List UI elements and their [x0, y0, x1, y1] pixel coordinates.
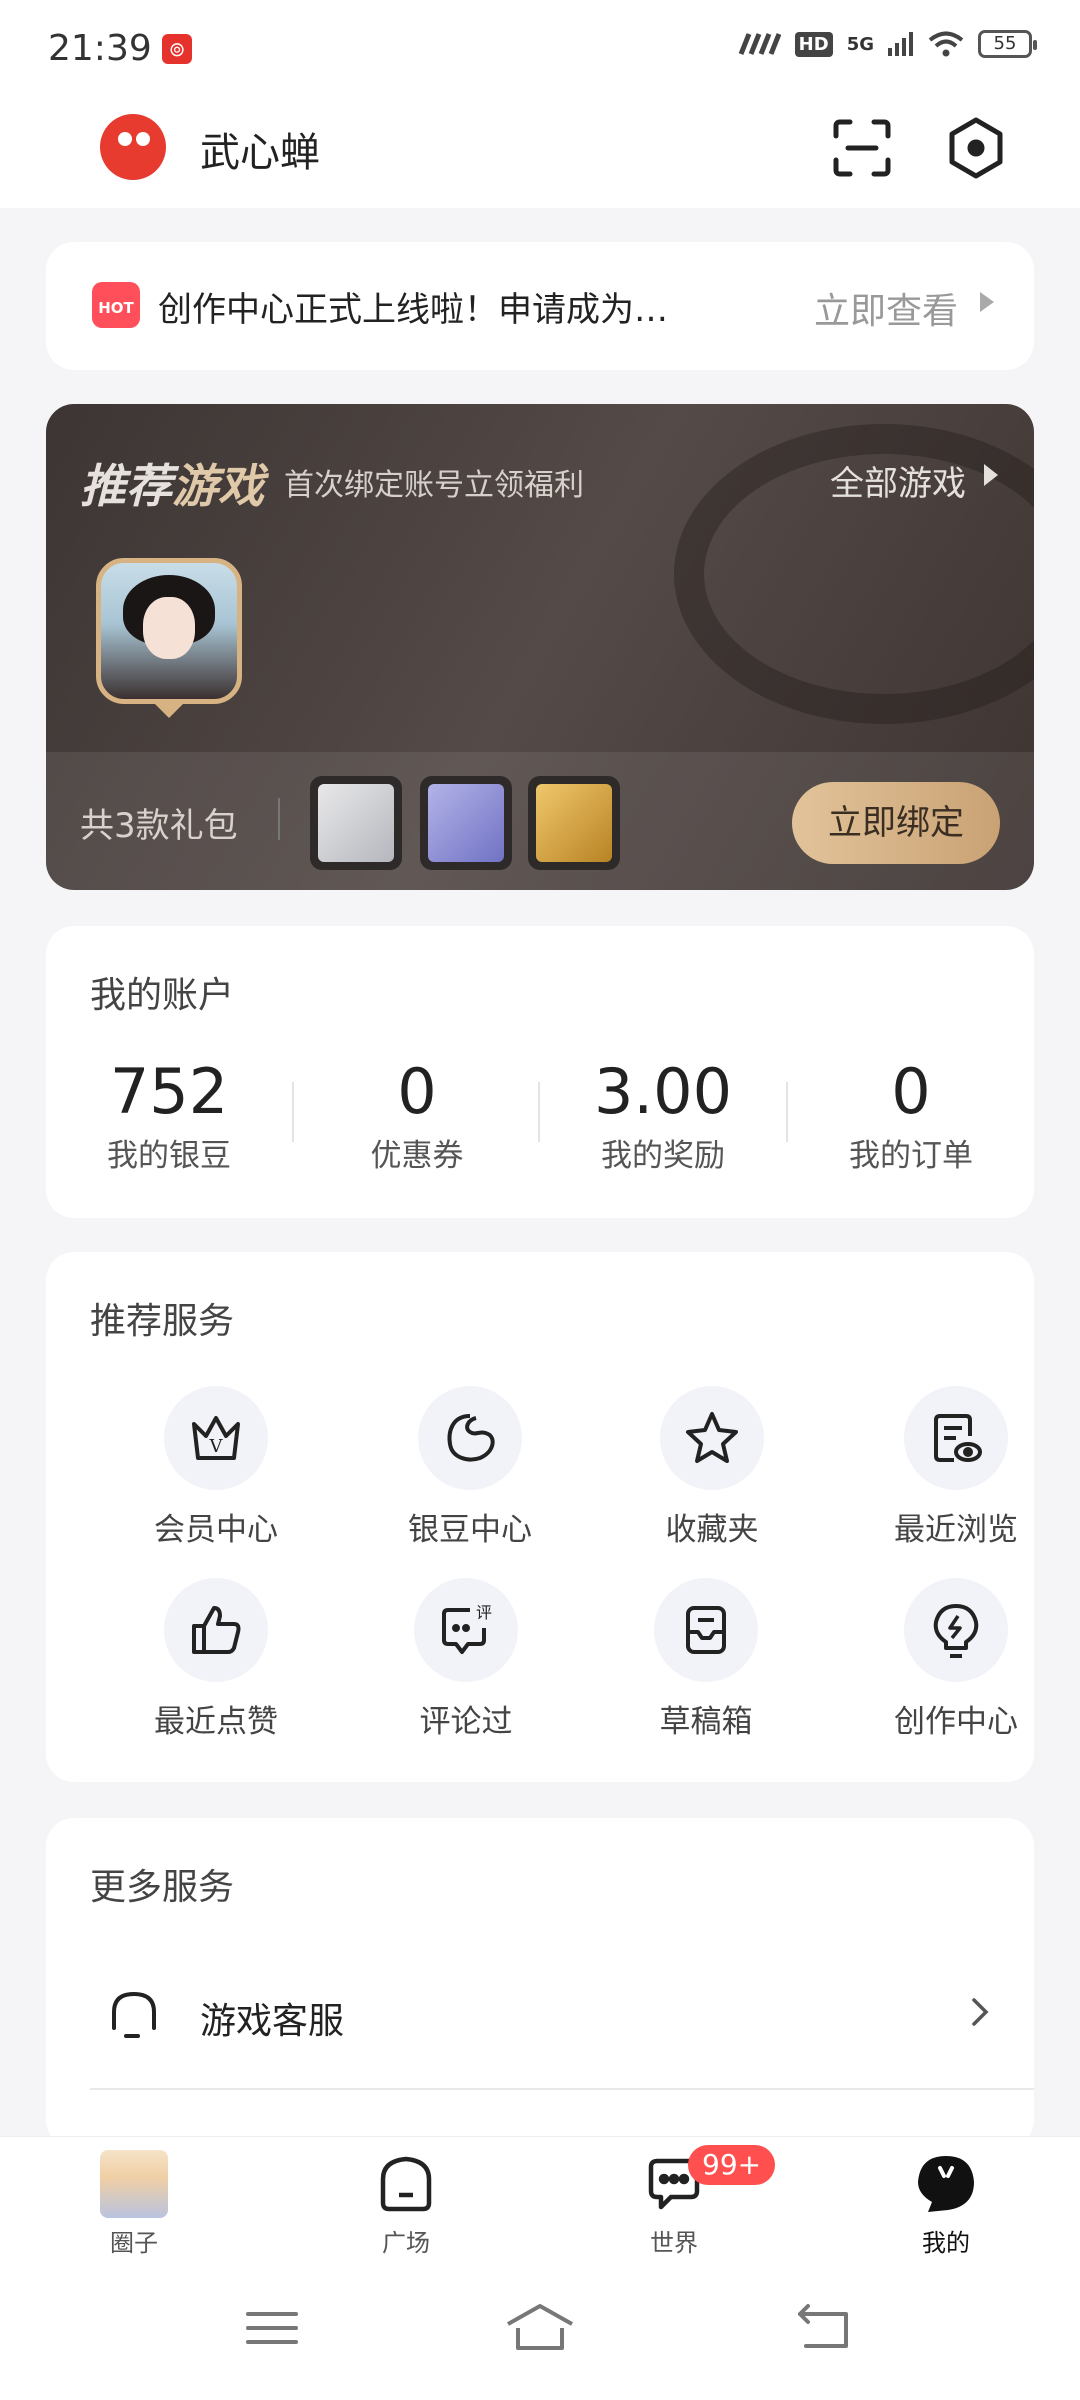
notice-text[interactable]: 创作中心正式上线啦！申请成为… [158, 282, 718, 331]
game-icon[interactable] [96, 558, 242, 704]
battery-indicator: 55 [978, 30, 1037, 58]
cell-signal-icon [888, 32, 913, 56]
status-time: 21:39 [48, 28, 152, 69]
gift-box-gold[interactable] [528, 776, 620, 870]
bottom-navigation: 圈子 广场 世界 99+ 我的 [0, 2136, 1080, 2260]
history-icon [934, 1414, 982, 1462]
system-navigation-bar [0, 2260, 1080, 2400]
settings-hexagon-icon [949, 117, 1003, 179]
service-drafts[interactable]: 草稿箱 [606, 1578, 806, 1741]
service-comments[interactable]: 评 评论过 [366, 1578, 566, 1741]
notice-view-link[interactable]: 立即查看 [814, 282, 958, 334]
bulb-icon [933, 1604, 979, 1658]
recommended-services-card: 推荐服务 V 会员中心 银豆中心 收藏夹 最近浏览 最近点赞 评 评论过 草稿箱… [46, 1252, 1034, 1782]
scan-button[interactable] [826, 112, 898, 184]
crown-icon: V [192, 1416, 240, 1460]
divider [90, 2088, 1034, 2090]
gift-count: 共3款礼包 [80, 806, 238, 846]
notice-banner[interactable]: HOT 创作中心正式上线啦！申请成为… 立即查看 [46, 242, 1034, 370]
comment-icon: 评 [442, 1603, 492, 1654]
stat-orders[interactable]: 0 我的订单 [788, 1057, 1034, 1175]
gift-pack-bar: 共3款礼包 立即绑定 [46, 752, 1034, 890]
gift-box-purple[interactable] [420, 776, 512, 870]
service-silver-beans[interactable]: 银豆中心 [370, 1386, 570, 1549]
chevron-right-icon [972, 1998, 989, 2026]
service-creator-center[interactable]: 创作中心 [856, 1578, 1056, 1741]
notification-badge: 99+ [688, 2145, 776, 2185]
more-services-card: 更多服务 游戏客服 [46, 1818, 1034, 2148]
divider [278, 798, 280, 840]
bean-icon [447, 1414, 495, 1462]
settings-button[interactable] [940, 112, 1012, 184]
triangle-right-icon [980, 292, 994, 312]
stat-silver-beans[interactable]: 752 我的银豆 [46, 1057, 292, 1175]
nav-mine[interactable]: 我的 [876, 2149, 1016, 2258]
service-favorites[interactable]: 收藏夹 [612, 1386, 812, 1549]
menu-lines-icon[interactable] [244, 2300, 300, 2356]
selection-pointer [155, 704, 183, 718]
stat-rewards[interactable]: 3.00 我的奖励 [540, 1057, 786, 1175]
service-likes[interactable]: 最近点赞 [116, 1578, 316, 1741]
mine-face-icon [918, 2156, 974, 2212]
scan-icon [833, 119, 891, 177]
svg-text:评: 评 [476, 1603, 492, 1622]
triangle-right-icon [984, 464, 998, 486]
nav-circle[interactable]: 圈子 [64, 2149, 204, 2258]
recommended-games-banner: 推荐游戏 首次绑定账号立领福利 全部游戏 共3款礼包 立即绑定 [46, 404, 1034, 890]
plaza-home-icon [380, 2156, 432, 2212]
profile-header: 武心蝉 [0, 96, 1080, 208]
wifi-icon [928, 31, 964, 57]
section-title: 更多服务 [90, 1867, 235, 1908]
signal-bars-icon [738, 33, 781, 55]
back-arrow-icon[interactable] [796, 2300, 852, 2356]
star-icon [686, 1412, 738, 1463]
service-membership[interactable]: V 会员中心 [116, 1386, 316, 1549]
svg-text:V: V [209, 1436, 224, 1457]
game-support-label: 游戏客服 [200, 2001, 345, 2042]
hd-icon: HD [794, 31, 833, 57]
nav-world[interactable]: 世界 99+ [604, 2145, 776, 2258]
home-outline-icon[interactable] [504, 2300, 576, 2356]
status-indicators: HD 5G 55 [737, 30, 1037, 58]
avatar[interactable] [100, 114, 166, 180]
username[interactable]: 武心蝉 [200, 120, 320, 178]
circle-thumbnail-icon [100, 2150, 168, 2218]
service-history[interactable]: 最近浏览 [856, 1386, 1056, 1549]
account-card: 我的账户 752 我的银豆 0 优惠券 3.00 我的奖励 0 我的订单 [46, 926, 1034, 1218]
draft-box-icon [686, 1606, 726, 1654]
section-title: 推荐服务 [90, 1301, 235, 1342]
game-banner-title: 推荐游戏 [80, 459, 264, 513]
stat-coupons[interactable]: 0 优惠券 [294, 1057, 540, 1175]
section-title: 我的账户 [90, 975, 235, 1016]
all-games-link[interactable]: 全部游戏 [830, 456, 966, 505]
game-support-row[interactable]: 游戏客服 [46, 1962, 1034, 2072]
gift-box-silver[interactable] [310, 776, 402, 870]
game-banner-subtitle: 首次绑定账号立领福利 [284, 468, 584, 503]
thumbs-up-icon [192, 1606, 241, 1654]
bind-now-button[interactable]: 立即绑定 [792, 782, 1000, 864]
netease-music-icon: ⊚ [162, 34, 192, 64]
status-bar: 21:39 ⊚ HD 5G 55 [0, 0, 1080, 96]
headset-icon [112, 1991, 156, 2038]
nav-plaza[interactable]: 广场 [336, 2149, 476, 2258]
network-type: 5G [846, 33, 874, 55]
hot-badge: HOT [92, 282, 140, 328]
